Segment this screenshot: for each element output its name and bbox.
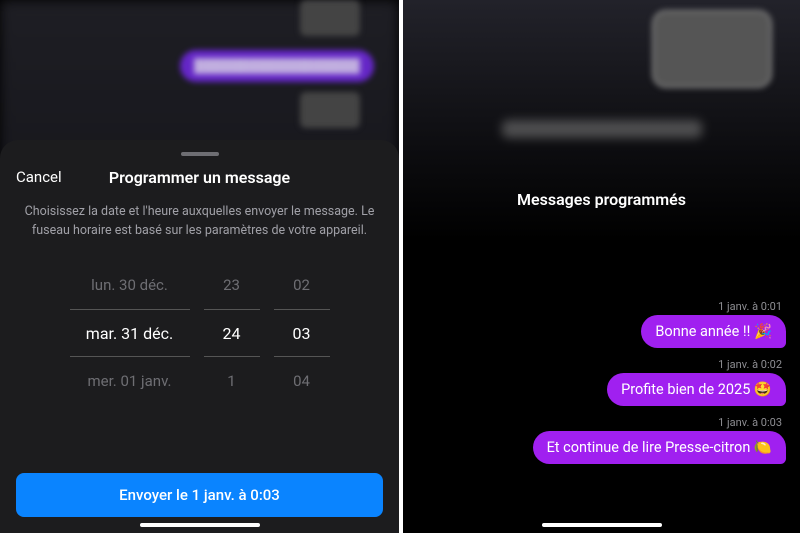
date-prev[interactable]: lun. 30 déc. <box>70 261 190 309</box>
message-timestamp: 1 janv. à 0:01 <box>641 300 786 313</box>
hour-next[interactable]: 1 <box>204 357 260 405</box>
home-indicator[interactable] <box>542 523 662 527</box>
schedule-sheet: Cancel Programmer un message Choisissez … <box>0 140 399 533</box>
schedule-message-screen: ██████████████████ Cancel Programmer un … <box>0 0 399 533</box>
scheduled-messages-list: 1 janv. à 0:01 Bonne année !! 🎉 1 janv. … <box>533 300 786 464</box>
datetime-picker[interactable]: lun. 30 déc. mar. 31 déc. mer. 01 janv. … <box>16 261 383 405</box>
message-timestamp: 1 janv. à 0:03 <box>533 416 786 429</box>
hour-prev[interactable]: 23 <box>204 261 260 309</box>
date-selected[interactable]: mar. 31 déc. <box>70 309 190 357</box>
message-timestamp: 1 janv. à 0:02 <box>607 358 786 371</box>
blurred-media-thumb <box>300 0 360 36</box>
blurred-media-thumb <box>300 92 360 128</box>
message-bubble[interactable]: Et continue de lire Presse-citron 🍋 <box>533 431 786 464</box>
message-bubble[interactable]: Bonne année !! 🎉 <box>641 315 786 348</box>
scheduled-message-item: 1 janv. à 0:01 Bonne année !! 🎉 <box>641 300 786 348</box>
sheet-description: Choisissez la date et l'heure auxquelles… <box>16 203 383 261</box>
hour-wheel[interactable]: 23 24 1 <box>204 261 260 405</box>
message-bubble[interactable]: Profite bien de 2025 🤩 <box>607 373 786 406</box>
date-next[interactable]: mer. 01 janv. <box>70 357 190 405</box>
sheet-header: Cancel Programmer un message <box>16 168 383 187</box>
date-wheel[interactable]: lun. 30 déc. mar. 31 déc. mer. 01 janv. <box>70 261 190 405</box>
minute-next[interactable]: 04 <box>274 357 330 405</box>
scheduled-messages-title: Messages programmés <box>403 190 800 209</box>
cancel-button[interactable]: Cancel <box>16 168 62 186</box>
minute-prev[interactable]: 02 <box>274 261 330 309</box>
sheet-title: Programmer un message <box>16 168 383 187</box>
home-indicator[interactable] <box>140 523 260 527</box>
blurred-chat-bubble: ██████████████████ <box>180 50 374 82</box>
hour-selected[interactable]: 24 <box>204 309 260 357</box>
minute-wheel[interactable]: 02 03 04 <box>274 261 330 405</box>
minute-selected[interactable]: 03 <box>274 309 330 357</box>
send-scheduled-button[interactable]: Envoyer le 1 janv. à 0:03 <box>16 473 383 517</box>
scheduled-message-item: 1 janv. à 0:02 Profite bien de 2025 🤩 <box>607 358 786 406</box>
scheduled-messages-screen: Messages programmés 1 janv. à 0:01 Bonne… <box>401 0 800 533</box>
sheet-grabber[interactable] <box>181 152 219 156</box>
blurred-media-card <box>652 10 772 88</box>
blurred-text-line <box>502 120 702 138</box>
scheduled-message-item: 1 janv. à 0:03 Et continue de lire Press… <box>533 416 786 464</box>
